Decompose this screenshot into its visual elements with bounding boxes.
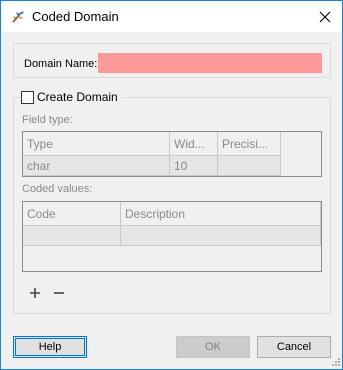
add-row-button[interactable] — [27, 285, 43, 301]
column-header-width[interactable]: Wid... — [170, 132, 218, 156]
field-type-cell-type[interactable]: char — [23, 156, 170, 176]
coded-values-cell-code[interactable] — [23, 226, 121, 246]
dialog-body: Domain Name: Create Domain Field type: T… — [1, 32, 342, 369]
minus-icon — [54, 292, 64, 294]
field-type-table[interactable]: Type Wid... Precisi... char 10 — [22, 131, 322, 177]
column-header-description[interactable]: Description — [121, 202, 321, 226]
coded-values-label: Coded values: — [22, 183, 93, 195]
resize-grip-icon[interactable] — [331, 357, 341, 367]
domain-name-group: Domain Name: — [13, 43, 331, 78]
field-type-cell-precision[interactable] — [218, 156, 281, 176]
coded-values-table[interactable]: Code Description — [22, 201, 322, 272]
title-bar: Coded Domain — [1, 1, 342, 32]
domain-name-input[interactable] — [98, 53, 322, 73]
coded-values-cell-description[interactable] — [121, 226, 321, 246]
cancel-button[interactable]: Cancel — [257, 336, 331, 358]
remove-row-button[interactable] — [51, 285, 67, 301]
help-button[interactable]: Help — [13, 336, 87, 358]
fme-feather-icon — [12, 11, 24, 23]
column-header-code[interactable]: Code — [23, 202, 121, 226]
domain-name-label: Domain Name: — [24, 58, 98, 70]
create-domain-label: Create Domain — [37, 90, 118, 104]
ok-button[interactable]: OK — [176, 336, 250, 358]
checkbox-box[interactable] — [21, 90, 34, 104]
column-header-type[interactable]: Type — [23, 132, 170, 156]
column-header-precision[interactable]: Precisi... — [218, 132, 281, 156]
field-type-cell-width[interactable]: 10 — [170, 156, 218, 176]
plus-icon — [30, 288, 40, 298]
field-type-label: Field type: — [22, 114, 73, 126]
create-domain-checkbox[interactable]: Create Domain — [20, 88, 121, 106]
close-icon — [319, 11, 331, 23]
coded-domain-dialog: Coded Domain Domain Name: Create Domain … — [0, 0, 343, 370]
close-button[interactable] — [314, 6, 336, 28]
dialog-title: Coded Domain — [32, 9, 119, 24]
